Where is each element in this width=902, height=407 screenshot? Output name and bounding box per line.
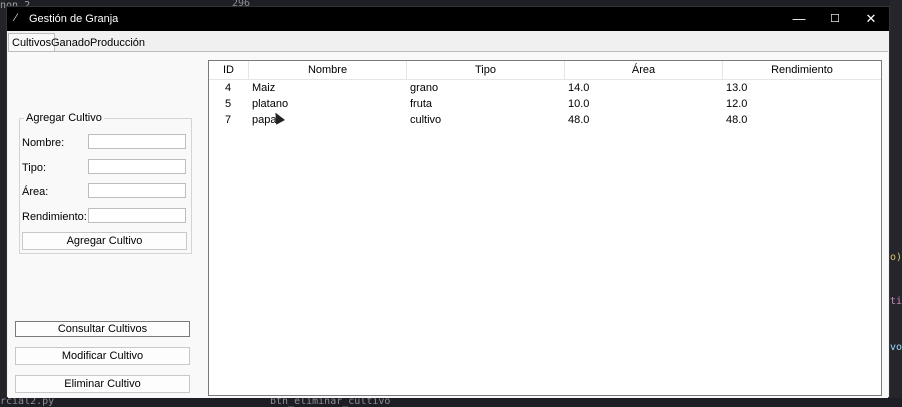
tipo-input[interactable]: [88, 159, 186, 174]
tipo-label: Tipo:: [22, 162, 47, 174]
column-header-nombre[interactable]: Nombre: [249, 61, 407, 79]
column-header-id[interactable]: ID: [209, 61, 249, 79]
cell-id: 5: [225, 98, 232, 110]
cell-id: 4: [225, 82, 232, 94]
table-row[interactable]: 7 papa cultivo 48.0 48.0: [209, 112, 881, 128]
title-bar[interactable]: ⁄ Gestión de Granja — ☐ ✕: [7, 7, 889, 31]
table-header: ID Nombre Tipo Área Rendimiento: [209, 61, 881, 80]
cell-rendimiento: 13.0: [726, 82, 748, 94]
window-title: Gestión de Granja: [29, 13, 119, 25]
column-header-tipo[interactable]: Tipo: [407, 61, 565, 79]
column-header-area[interactable]: Área: [565, 61, 723, 79]
add-crop-group: Agregar Cultivo Nombre: Tipo: Área: Rend…: [19, 112, 192, 254]
cell-area: 14.0: [568, 82, 590, 94]
consult-crops-button[interactable]: Consultar Cultivos: [15, 321, 190, 337]
tab-produccion-total[interactable]: Producción Total: [87, 35, 148, 65]
cell-rendimiento: 48.0: [726, 114, 748, 126]
editor-fragment-right-2: ti: [890, 296, 902, 307]
editor-bottom-strip: [0, 398, 902, 406]
cell-tipo: grano: [410, 82, 439, 94]
cell-rendimiento: 12.0: [726, 98, 748, 110]
rendimiento-label: Rendimiento:: [22, 211, 87, 223]
editor-fragment-right-3: vo: [890, 342, 902, 353]
close-icon[interactable]: ✕: [853, 7, 889, 31]
column-header-rendimiento[interactable]: Rendimiento: [723, 61, 881, 79]
group-title: Agregar Cultivo: [24, 112, 104, 124]
nombre-input[interactable]: [88, 134, 186, 149]
add-crop-button[interactable]: Agregar Cultivo: [22, 232, 187, 250]
crops-table[interactable]: ID Nombre Tipo Área Rendimiento 4 Maiz g…: [208, 60, 882, 396]
maximize-icon[interactable]: ☐: [817, 7, 853, 31]
cell-area: 48.0: [568, 114, 590, 126]
cell-nombre: platano: [252, 98, 289, 110]
rendimiento-input[interactable]: [88, 208, 186, 223]
tab-panel-cultivos: Agregar Cultivo Nombre: Tipo: Área: Rend…: [8, 51, 888, 398]
cell-tipo: cultivo: [410, 114, 442, 126]
cell-tipo: fruta: [410, 98, 433, 110]
area-label: Área:: [22, 186, 49, 198]
cell-nombre: Maiz: [252, 82, 276, 94]
area-input[interactable]: [88, 183, 186, 198]
editor-fragment-right-1: o): [890, 252, 902, 263]
table-row[interactable]: 5 platano fruta 10.0 12.0: [209, 96, 881, 112]
modify-crop-button[interactable]: Modificar Cultivo: [15, 347, 190, 365]
nombre-label: Nombre:: [22, 137, 65, 149]
cell-area: 10.0: [568, 98, 590, 110]
cell-id: 7: [225, 114, 232, 126]
app-window: ⁄ Gestión de Granja — ☐ ✕ Cultivos Ganad…: [6, 6, 890, 398]
minimize-icon[interactable]: —: [781, 7, 817, 31]
table-row[interactable]: 4 Maiz grano 14.0 13.0: [209, 80, 881, 96]
delete-crop-button[interactable]: Eliminar Cultivo: [15, 375, 190, 393]
feather-icon: ⁄: [15, 12, 17, 24]
